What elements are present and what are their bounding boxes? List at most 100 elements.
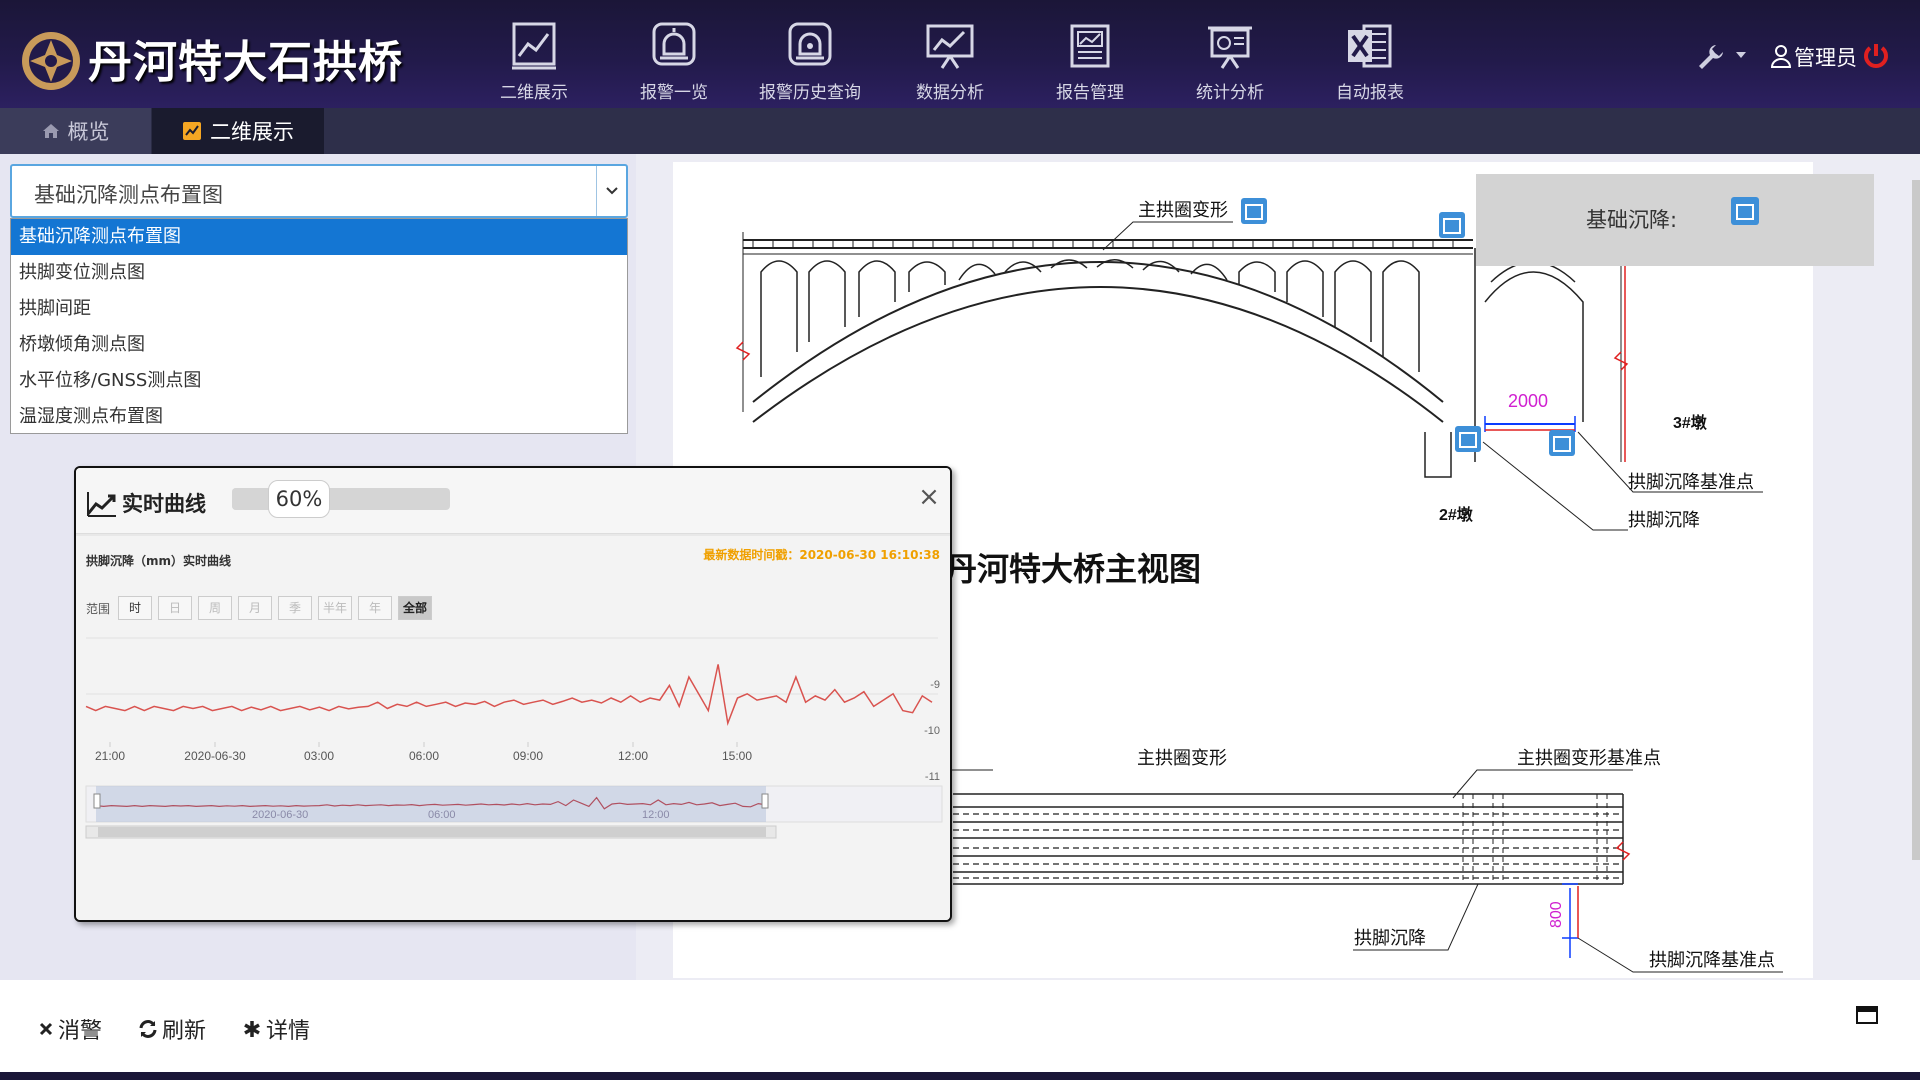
- nav-statistics[interactable]: 统计分析: [1170, 20, 1290, 104]
- pier2-label: 2#墩: [1439, 505, 1474, 524]
- tab-2d-display[interactable]: 二维展示: [152, 108, 324, 154]
- arch-foot-settle-bottom-label: 拱脚沉降: [1354, 928, 1426, 948]
- nav-label: 报警一览: [640, 83, 708, 103]
- nav-label: 统计分析: [1196, 83, 1264, 103]
- button-label: 消警: [58, 1019, 103, 1044]
- x-tick-label: 21:00: [95, 749, 125, 763]
- dismiss-alarm-button[interactable]: 消警: [38, 1014, 102, 1044]
- analysis-chart-icon: [926, 24, 974, 69]
- range-week-button[interactable]: 周: [198, 596, 232, 620]
- navigator-label: 06:00: [428, 809, 456, 821]
- main-arch-ref-bottom-label: 主拱圈变形基准点: [1517, 748, 1661, 768]
- select-option[interactable]: 桥墩倾角测点图: [11, 327, 627, 363]
- sensor-icon[interactable]: [1439, 212, 1465, 238]
- arch-foot-settle-label: 拱脚沉降: [1628, 510, 1700, 530]
- progress-label: 60%: [268, 480, 330, 518]
- realtime-curve-popup: 实时曲线 60% × -9 -10 -11 21:00 2020-06-30 03:00 0…: [74, 466, 952, 922]
- chevron-down-icon: [605, 187, 618, 195]
- bottom-toolbar: 消警 刷新 详情: [0, 980, 1920, 1072]
- x-tick-label: 2020-06-30: [184, 749, 246, 763]
- navigator-scrollbar-thumb: [98, 827, 766, 837]
- nav-data-analysis[interactable]: 数据分析: [890, 20, 1010, 104]
- report-icon: [1070, 24, 1110, 68]
- button-label: 详情: [266, 1019, 311, 1044]
- navigator-handle-left: [93, 793, 101, 809]
- nav-2d-display[interactable]: 二维展示: [474, 20, 594, 104]
- main-view-title: 丹河特大桥主视图: [945, 551, 1201, 587]
- x-tick-label: 09:00: [513, 749, 543, 763]
- nav-label: 报警历史查询: [759, 83, 861, 103]
- chevron-down-icon[interactable]: [1734, 48, 1748, 62]
- home-icon: [42, 124, 59, 138]
- y-tick-label: -11: [925, 771, 940, 783]
- nav-label: 二维展示: [500, 83, 568, 103]
- legend-box: 基础沉降:: [1476, 174, 1874, 266]
- chart-timestamp: 最新数据时间戳：2020-06-30 16:10:38: [703, 548, 940, 562]
- alarm-history-icon: [788, 22, 832, 66]
- progress-bar: [232, 488, 450, 510]
- sensor-icon[interactable]: [1455, 426, 1481, 452]
- nav-alarm-history[interactable]: 报警历史查询: [750, 20, 870, 104]
- range-label: 范围: [86, 602, 111, 616]
- y-tick-label: -10: [924, 725, 940, 737]
- select-option[interactable]: 拱脚间距: [11, 291, 627, 327]
- realtime-chart: -9 -10 -11 21:00 2020-06-30 03:00 06:00 09:00 12…: [76, 534, 950, 839]
- main-arch-deform-bottom-label: 主拱圈变形: [1137, 748, 1227, 768]
- pier3-label: 3#墩: [1673, 413, 1708, 432]
- range-year-button[interactable]: 年: [358, 596, 392, 620]
- arch-foot-ref-bottom-label: 拱脚沉降基准点: [1649, 950, 1775, 970]
- range-all-button[interactable]: 全部: [398, 596, 432, 620]
- statistics-board-icon: [1208, 26, 1252, 69]
- app-title: 丹河特大石拱桥: [88, 37, 403, 88]
- y-tick-label: -9: [930, 679, 940, 691]
- close-icon: [39, 1022, 53, 1036]
- range-month-button[interactable]: 月: [238, 596, 272, 620]
- nav-label: 自动报表: [1336, 83, 1404, 103]
- maximize-icon[interactable]: [1856, 1006, 1878, 1024]
- sensor-icon[interactable]: [1549, 430, 1575, 456]
- select-option[interactable]: 水平位移/GNSS测点图: [11, 363, 627, 399]
- range-halfyear-button[interactable]: 半年: [318, 596, 352, 620]
- dimension-2000-label: 2000: [1508, 391, 1548, 411]
- power-icon[interactable]: [1862, 42, 1890, 70]
- navigator-label: 2020-06-30: [252, 809, 308, 821]
- scrollbar-thumb[interactable]: [1912, 180, 1920, 860]
- x-tick-label: 06:00: [409, 749, 439, 763]
- range-day-button[interactable]: 日: [158, 596, 192, 620]
- navigator-label: 12:00: [642, 809, 670, 821]
- nav-label: 报告管理: [1056, 83, 1124, 103]
- select-dropdown: 基础沉降测点布置图 拱脚变位测点图 拱脚间距 桥墩倾角测点图 水平位移/GNSS…: [10, 218, 628, 434]
- line-chart-icon: [183, 122, 201, 140]
- chart-area: -9 -10 -11 21:00 2020-06-30 03:00 06:00 09:00 12…: [76, 534, 950, 920]
- top-header: 丹河特大石拱桥 二维展示 报警一览 报警历史查询 数据分析 报告管理 统计分析 …: [0, 0, 1920, 108]
- select-option[interactable]: 基础沉降测点布置图: [11, 219, 627, 255]
- close-icon[interactable]: ×: [918, 484, 940, 510]
- sensor-icon: [1731, 197, 1759, 225]
- popup-title: 实时曲线: [122, 492, 206, 516]
- select-option[interactable]: 拱脚变位测点图: [11, 255, 627, 291]
- details-button[interactable]: 详情: [242, 1014, 310, 1044]
- select-option[interactable]: 温湿度测点布置图: [11, 399, 627, 435]
- tab-bar: 概览 二维展示: [0, 108, 1920, 154]
- nav-auto-report[interactable]: 自动报表: [1310, 20, 1430, 104]
- user-icon: [1770, 45, 1792, 68]
- user-name[interactable]: 管理员: [1794, 42, 1857, 72]
- chart-title: 拱脚沉降（mm）实时曲线: [86, 554, 232, 568]
- nav-alarm-overview[interactable]: 报警一览: [614, 20, 734, 104]
- arch-foot-ref-label: 拱脚沉降基准点: [1628, 472, 1754, 492]
- x-tick-label: 12:00: [618, 749, 648, 763]
- sensor-icon[interactable]: [1241, 198, 1267, 224]
- wrench-icon[interactable]: [1696, 42, 1726, 72]
- line-chart-icon: [512, 22, 556, 70]
- line-chart-icon: [86, 492, 116, 517]
- excel-icon: [1348, 24, 1392, 68]
- asterisk-icon: [244, 1021, 260, 1037]
- range-hour-button[interactable]: 时: [118, 596, 152, 620]
- tab-overview[interactable]: 概览: [0, 108, 152, 154]
- nav-report-management[interactable]: 报告管理: [1030, 20, 1150, 104]
- refresh-button[interactable]: 刷新: [138, 1014, 206, 1044]
- drawing-select[interactable]: 基础沉降测点布置图: [10, 164, 628, 218]
- tab-label: 概览: [67, 120, 110, 144]
- select-arrow[interactable]: [596, 166, 626, 216]
- range-quarter-button[interactable]: 季: [278, 596, 312, 620]
